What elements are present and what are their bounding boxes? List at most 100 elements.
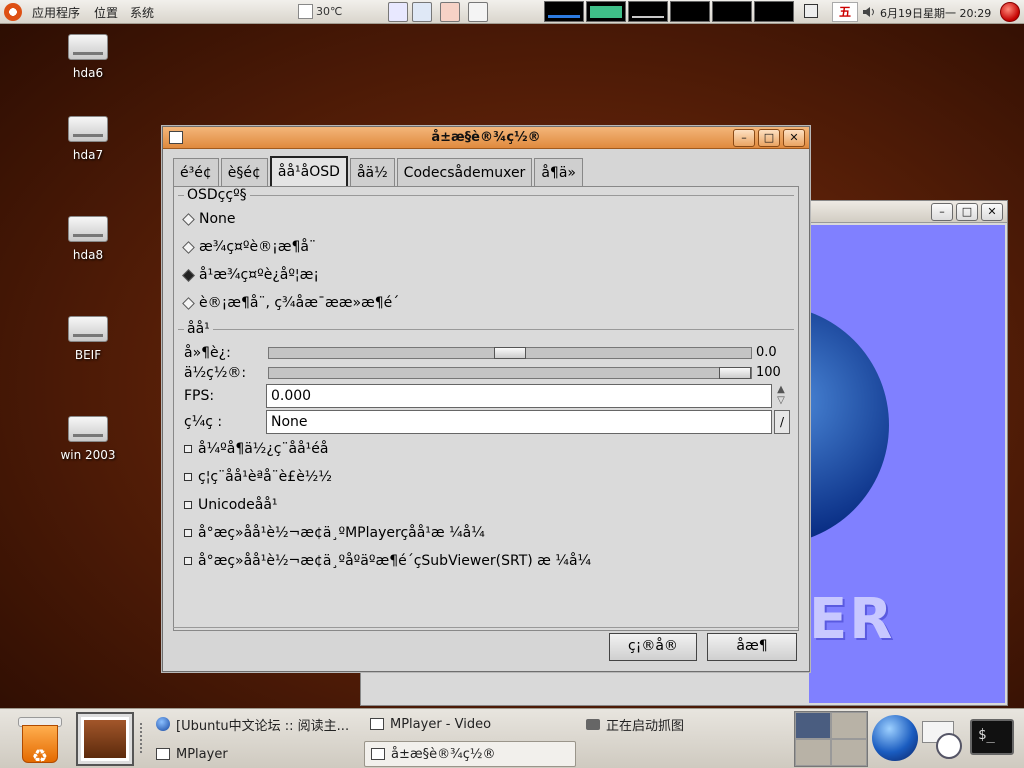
- workspace-4[interactable]: [831, 739, 867, 766]
- video-area[interactable]: ER: [809, 225, 1005, 703]
- mplayer-icon: [370, 718, 384, 730]
- position-slider[interactable]: [268, 367, 752, 379]
- ok-button[interactable]: ç¡®å®: [609, 633, 697, 661]
- radio-button[interactable]: [182, 268, 195, 282]
- desktop-icon-label: hda6: [72, 66, 104, 80]
- tab-codecs-demuxer[interactable]: Codecsådemuxer: [396, 158, 533, 186]
- drive-icon: [68, 316, 108, 342]
- checkbox-row-3[interactable]: å°æç»å­å¹è½¬æ¢ä¸ºMPlayerçå­å¹æ ¼å¼: [184, 525, 485, 541]
- presentation-launcher-icon[interactable]: [440, 2, 460, 22]
- tab-subtitles-osd[interactable]: å­å¹åOSD: [269, 156, 348, 186]
- trash-icon[interactable]: ♻: [16, 713, 64, 767]
- ubuntu-logo-icon[interactable]: [4, 3, 22, 21]
- file-launcher-icon[interactable]: [412, 2, 432, 22]
- checkbox[interactable]: [184, 501, 192, 509]
- weather-icon[interactable]: [298, 4, 313, 19]
- workspace-3[interactable]: [795, 739, 831, 766]
- desktop-icon-label: win 2003: [60, 448, 116, 462]
- tab-font[interactable]: å­ä½: [349, 158, 395, 186]
- desktop-icon-label: hda7: [72, 148, 104, 162]
- screenshot-launcher-icon[interactable]: [388, 2, 408, 22]
- cancel-button[interactable]: åæ¶: [707, 633, 797, 661]
- desktop-icon-hda8[interactable]: hda8: [38, 216, 138, 262]
- volume-icon[interactable]: [862, 5, 876, 19]
- tab-audio[interactable]: é³é¢: [173, 158, 219, 186]
- memory-monitor[interactable]: [586, 1, 626, 22]
- maximize-button[interactable]: □: [758, 129, 780, 147]
- tab-misc[interactable]: å¶ä»: [534, 158, 583, 186]
- osd-option-0[interactable]: None: [182, 211, 236, 227]
- text-editor-launcher-icon[interactable]: [468, 2, 488, 22]
- position-label: ä½ç½®:: [184, 365, 247, 381]
- fps-spin-entry[interactable]: 0.000: [266, 384, 772, 408]
- footer-separator: [173, 627, 799, 628]
- panel-grip[interactable]: [140, 723, 144, 753]
- task-firefox[interactable]: [Ubuntu中文论坛 :: 阅读主...: [150, 711, 355, 737]
- menu-places[interactable]: 位置: [94, 4, 118, 21]
- checkbox[interactable]: [184, 473, 192, 481]
- radio-button[interactable]: [182, 296, 195, 310]
- checkbox[interactable]: [184, 529, 192, 537]
- tab-page: OSDç­çº§ None æ¾ç¤ºè®¡æ¶å¨ å¹æ¾ç¤ºè¿åº¦æ…: [173, 186, 799, 631]
- desktop-icon-win2003[interactable]: win 2003: [38, 416, 138, 462]
- terminal-icon[interactable]: $_: [970, 719, 1014, 755]
- close-button[interactable]: ✕: [783, 129, 805, 147]
- power-icon[interactable]: [1000, 2, 1020, 22]
- mplayer-logo-sphere: [809, 305, 889, 545]
- clock[interactable]: 6月19日星期一 20:29: [880, 5, 991, 21]
- globe-icon: [156, 717, 170, 731]
- workspace-switcher[interactable]: [794, 711, 868, 767]
- minimize-button[interactable]: –: [733, 129, 755, 147]
- workspace-2[interactable]: [831, 712, 867, 739]
- mail-clock-icon[interactable]: [922, 717, 964, 761]
- camera-icon: [586, 718, 600, 730]
- load-monitor[interactable]: [712, 1, 752, 22]
- workspace-1[interactable]: [795, 712, 831, 739]
- desktop-icon-hda7[interactable]: hda7: [38, 116, 138, 162]
- checkbox[interactable]: [184, 557, 192, 565]
- task-screenshot[interactable]: 正在启动抓图: [580, 711, 690, 737]
- slider-thumb[interactable]: [494, 347, 526, 359]
- osd-option-1[interactable]: æ¾ç¤ºè®¡æ¶å¨: [182, 239, 316, 255]
- menu-applications[interactable]: 应用程序: [32, 4, 80, 21]
- delay-slider[interactable]: [268, 347, 752, 359]
- show-desktop-icon[interactable]: [76, 712, 134, 766]
- drive-icon: [68, 116, 108, 142]
- desktop-icon-hda6[interactable]: hda6: [38, 34, 138, 80]
- radio-button[interactable]: [182, 240, 195, 254]
- tab-video[interactable]: è§é¢: [220, 158, 268, 186]
- delay-label: å»¶è¿:: [184, 345, 231, 361]
- cpu-monitor[interactable]: [544, 1, 584, 22]
- encoding-combo-entry[interactable]: None: [266, 410, 772, 434]
- minimize-button[interactable]: –: [931, 203, 953, 221]
- dialog-title: å±æ§è®¾ç½®: [431, 130, 541, 145]
- swap-monitor[interactable]: [670, 1, 710, 22]
- radio-button[interactable]: [182, 212, 195, 226]
- dialog-titlebar[interactable]: å±æ§è®¾ç½® – □ ✕: [163, 127, 809, 149]
- preferences-dialog[interactable]: å±æ§è®¾ç½® – □ ✕ é³é¢ è§é¢ å­å¹åOSD å­ä½…: [162, 126, 810, 672]
- maximize-button[interactable]: □: [956, 203, 978, 221]
- fps-spin-arrows[interactable]: ▲ ▽: [774, 384, 788, 408]
- checkbox-row-2[interactable]: Unicodeå­å¹: [184, 497, 278, 513]
- checkbox-row-0[interactable]: å¼ºå¶ä½¿ç¨å­å¹éå: [184, 441, 328, 457]
- bottom-panel: ♻ [Ubuntu中文论坛 :: 阅读主... MPlayer - Video …: [0, 708, 1024, 768]
- encoding-dropdown-icon[interactable]: /: [774, 410, 790, 434]
- menu-system[interactable]: 系统: [130, 4, 154, 21]
- checkbox-row-4[interactable]: å°æç»å­å¹è½¬æ¢ä¸ºåºäºæ¶é´çSubViewer(SRT)…: [184, 553, 591, 569]
- web-browser-icon[interactable]: [872, 715, 918, 761]
- checkbox-row-1[interactable]: ç¦ç¨å­å¹èªå¨è£è½½: [184, 469, 332, 485]
- checkbox[interactable]: [184, 445, 192, 453]
- close-button[interactable]: ✕: [981, 203, 1003, 221]
- disk-monitor[interactable]: [754, 1, 794, 22]
- slider-thumb[interactable]: [719, 367, 751, 379]
- task-preferences[interactable]: å±æ§è®¾ç½®: [364, 741, 576, 767]
- task-mplayer-video[interactable]: MPlayer - Video: [364, 711, 497, 737]
- show-windows-icon[interactable]: [804, 4, 818, 18]
- osd-option-3[interactable]: è®¡æ¶å¨, ç¾åæ¯ææ»æ¶é´: [182, 295, 399, 311]
- mplayer-icon: [156, 748, 170, 760]
- osd-option-2[interactable]: å¹æ¾ç¤ºè¿åº¦æ¡: [182, 267, 319, 283]
- network-monitor[interactable]: [628, 1, 668, 22]
- task-mplayer[interactable]: MPlayer: [150, 741, 234, 767]
- desktop-icon-beif[interactable]: BEIF: [38, 316, 138, 362]
- drive-icon: [68, 34, 108, 60]
